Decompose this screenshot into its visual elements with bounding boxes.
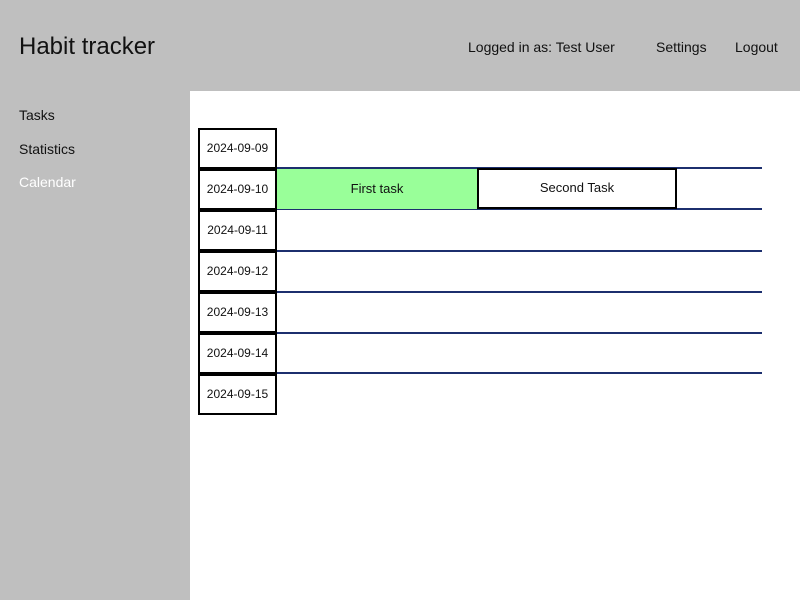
row-divider [277, 291, 762, 293]
app-title: Habit tracker [19, 33, 156, 60]
settings-link[interactable]: Settings [656, 38, 707, 56]
row-divider [277, 332, 762, 334]
sidebar-item-calendar[interactable]: Calendar [19, 173, 76, 191]
sidebar-nav: Tasks Statistics Calendar [0, 91, 190, 600]
calendar-date-cell: 2024-09-12 [198, 251, 277, 292]
logged-in-user-label: Logged in as: Test User [468, 39, 615, 55]
sidebar-item-tasks[interactable]: Tasks [19, 106, 55, 124]
calendar-date-cell: 2024-09-14 [198, 333, 277, 374]
sidebar-item-statistics[interactable]: Statistics [19, 140, 75, 158]
task-second-task[interactable]: Second Task [477, 168, 677, 209]
calendar-date-cell: 2024-09-10 [198, 169, 277, 210]
calendar-date-cell: 2024-09-15 [198, 374, 277, 415]
calendar-date-cell: 2024-09-09 [198, 128, 277, 169]
row-divider [277, 372, 762, 374]
calendar-date-cell: 2024-09-13 [198, 292, 277, 333]
logout-link[interactable]: Logout [735, 38, 778, 56]
top-header: Habit tracker Logged in as: Test User Se… [0, 0, 800, 91]
calendar-date-cell: 2024-09-11 [198, 210, 277, 251]
task-first-task[interactable]: First task [277, 169, 477, 209]
row-divider [277, 250, 762, 252]
